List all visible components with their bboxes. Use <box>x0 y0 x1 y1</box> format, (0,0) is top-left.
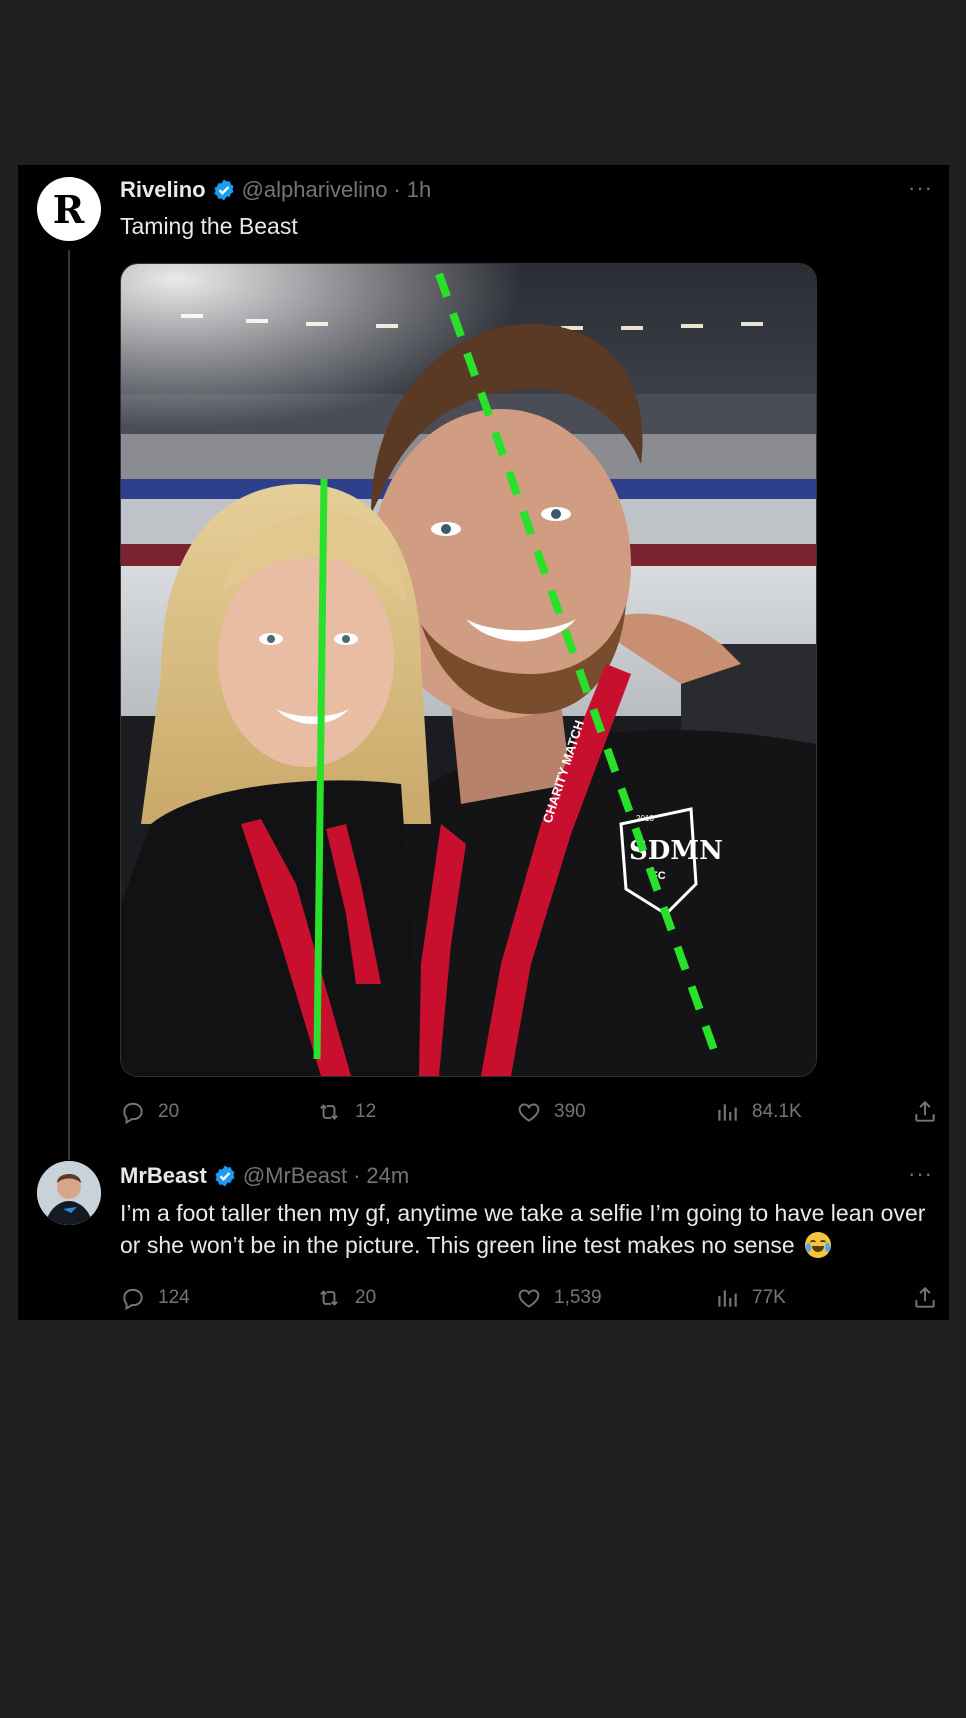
reply-icon <box>123 1102 143 1125</box>
separator-dot: · <box>393 177 401 202</box>
share-icon <box>915 1286 935 1308</box>
separator-dot: · <box>353 1163 361 1188</box>
tweet-photo[interactable]: 109 <box>120 263 817 1077</box>
heart-icon <box>518 1289 540 1308</box>
avatar-letter: R <box>52 186 85 232</box>
verified-badge-icon <box>212 178 236 202</box>
tweet-text-wrapper: I’m a foot taller then my gf, anytime we… <box>120 1197 930 1261</box>
share-icon <box>915 1100 935 1122</box>
tweet-text: I’m a foot taller then my gf, anytime we… <box>120 1200 926 1258</box>
reply-count: 124 <box>158 1287 190 1308</box>
tweet-actions: 20 12 390 84.1K <box>120 1097 938 1127</box>
reply-button[interactable]: 20 <box>120 1099 179 1125</box>
more-options-icon[interactable]: ··· <box>908 175 933 201</box>
author-name[interactable]: MrBeast <box>120 1163 207 1189</box>
share-button[interactable] <box>912 1285 950 1311</box>
repost-count: 20 <box>355 1287 377 1308</box>
tweet-time[interactable]: 1h <box>407 177 431 203</box>
author-handle[interactable]: @MrBeast <box>243 1163 347 1189</box>
like-button[interactable]: 390 <box>516 1099 586 1125</box>
selfie-photo-illustration: 109 <box>121 264 816 1076</box>
views-button[interactable]: 84.1K <box>714 1099 802 1125</box>
tweet-actions: 124 20 1,539 77K <box>120 1283 938 1313</box>
author-name[interactable]: Rivelino <box>120 177 206 203</box>
views-chart-icon <box>718 1104 737 1121</box>
like-count: 390 <box>554 1101 586 1122</box>
share-button[interactable] <box>912 1099 950 1125</box>
views-count: 84.1K <box>752 1101 802 1122</box>
heart-icon <box>518 1103 540 1122</box>
tweet-time[interactable]: 24m <box>366 1163 409 1189</box>
repost-count: 12 <box>355 1101 377 1122</box>
avatar[interactable]: R <box>37 177 101 241</box>
tweet-header: MrBeast @MrBeast · 24m <box>120 1163 409 1189</box>
views-chart-icon <box>718 1290 737 1307</box>
views-button[interactable]: 77K <box>714 1285 786 1311</box>
more-options-icon[interactable]: ··· <box>908 1161 933 1187</box>
tweet-mrbeast[interactable]: MrBeast @MrBeast · 24m ··· I’m a foot ta… <box>18 1150 949 1320</box>
tweet-header: Rivelino @alpharivelino · 1h <box>120 177 431 203</box>
shirt-logo-year: 2013 <box>636 814 654 823</box>
views-count: 77K <box>752 1287 786 1308</box>
verified-badge-icon <box>213 1164 237 1188</box>
repost-button[interactable]: 20 <box>315 1285 376 1311</box>
repost-button[interactable]: 12 <box>315 1099 376 1125</box>
tweet-text: Taming the Beast <box>120 213 298 239</box>
avatar[interactable] <box>37 1161 101 1225</box>
tweet-rivelino[interactable]: R Rivelino @alpharivelino · 1h ··· Tamin… <box>18 165 949 1150</box>
repost-icon <box>320 1290 338 1306</box>
like-button[interactable]: 1,539 <box>516 1285 602 1311</box>
reply-count: 20 <box>158 1101 180 1122</box>
reply-icon <box>123 1288 143 1311</box>
laughing-tears-emoji-icon <box>805 1232 832 1258</box>
reply-button[interactable]: 124 <box>120 1285 190 1311</box>
like-count: 1,539 <box>554 1287 602 1308</box>
repost-icon <box>320 1104 338 1120</box>
avatar-image <box>37 1161 101 1225</box>
author-handle[interactable]: @alpharivelino <box>242 177 388 203</box>
timeline-panel: R Rivelino @alpharivelino · 1h ··· Tamin… <box>18 165 949 1320</box>
